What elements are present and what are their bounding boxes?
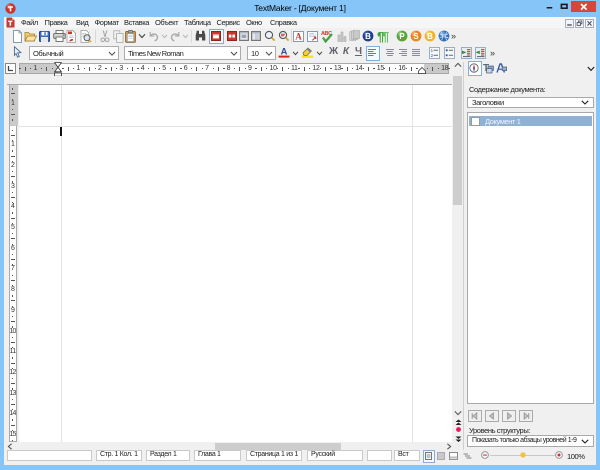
svg-text:S: S [413,32,419,41]
svg-text:A: A [281,46,288,56]
svg-text:A: A [295,31,302,41]
svg-text:B: B [427,32,433,41]
svg-text:P: P [399,32,405,41]
svg-text:¶: ¶ [382,30,389,43]
svg-text:B: B [365,32,371,41]
